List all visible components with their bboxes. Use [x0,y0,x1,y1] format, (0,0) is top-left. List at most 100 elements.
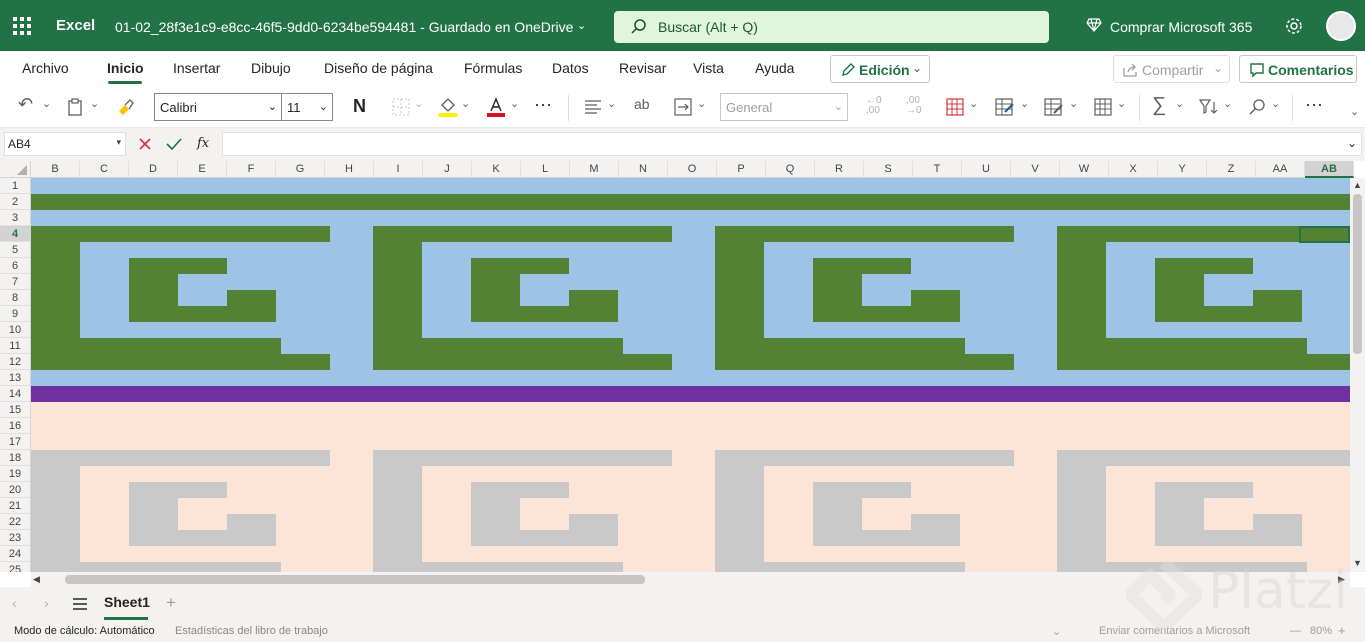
chevron-down-icon[interactable]: ⌄ [461,97,470,110]
tab-inicio[interactable]: Inicio [107,60,144,76]
column-header-e[interactable]: E [178,161,227,178]
column-header-p[interactable]: P [717,161,766,178]
enter-check-icon[interactable] [166,137,182,151]
row-header-17[interactable]: 17 [0,434,30,450]
column-header-t[interactable]: T [913,161,962,178]
chevron-down-icon[interactable]: ⌄ [577,19,586,32]
column-header-s[interactable]: S [864,161,913,178]
selected-cell-ab4[interactable] [1299,226,1350,243]
column-header-o[interactable]: O [668,161,717,178]
tab-insertar[interactable]: Insertar [173,60,220,76]
decrease-decimal-icon[interactable]: ←0,00 [866,96,882,116]
chevron-down-icon[interactable]: ⌄ [1052,625,1061,638]
autosum-icon[interactable]: ∑ [1152,94,1166,117]
column-header-k[interactable]: K [472,161,521,178]
row-header-7[interactable]: 7 [0,274,30,290]
column-header-z[interactable]: Z [1207,161,1256,178]
sort-filter-icon[interactable] [1198,98,1218,116]
row-header-15[interactable]: 15 [0,402,30,418]
column-header-aa[interactable]: AA [1256,161,1305,178]
format-painter-icon[interactable] [115,97,135,117]
select-all-corner[interactable] [0,161,31,178]
column-header-m[interactable]: M [570,161,619,178]
chevron-down-icon[interactable]: ⌄ [697,97,706,110]
share-button[interactable]: Compartir ⌄ [1113,55,1230,83]
next-sheet-icon[interactable]: › [44,595,49,611]
borders-icon[interactable] [392,98,410,116]
chevron-down-icon[interactable]: ⌄ [414,97,423,110]
row-header-10[interactable]: 10 [0,322,30,338]
sheet-tab-sheet1[interactable]: Sheet1 [104,594,150,610]
row-header-5[interactable]: 5 [0,242,30,258]
font-color-icon[interactable] [486,96,506,118]
search-box[interactable]: Buscar (Alt + Q) [614,11,1049,43]
scroll-down-icon[interactable]: ▼ [1353,558,1362,568]
name-box[interactable]: AB4 ▾ [4,132,126,156]
collapse-ribbon-icon[interactable]: ⌄ [1350,105,1359,118]
horizontal-scroll-thumb[interactable] [65,575,645,584]
cell-grid[interactable] [31,178,1350,572]
app-name[interactable]: Excel [56,17,95,34]
calculation-mode[interactable]: Modo de cálculo: Automático [14,625,155,637]
row-header-25[interactable]: 25 [0,562,30,572]
more-options-icon[interactable]: ··· [1305,94,1323,115]
row-header-11[interactable]: 11 [0,338,30,354]
column-header-q[interactable]: Q [766,161,815,178]
insert-cells-icon[interactable] [1094,98,1112,116]
row-header-14[interactable]: 14 [0,386,30,402]
column-header-g[interactable]: G [276,161,325,178]
add-sheet-icon[interactable]: + [166,593,176,613]
chevron-down-icon[interactable]: ⌄ [1020,97,1029,110]
chevron-down-icon[interactable]: ⌄ [1069,97,1078,110]
scroll-left-icon[interactable]: ◀ [33,574,40,585]
vertical-scrollbar[interactable]: ▲ ▼ [1350,178,1365,572]
editing-mode-button[interactable]: Edición ⌄ [830,55,930,83]
column-header-v[interactable]: V [1011,161,1060,178]
chevron-down-icon[interactable]: ⌄ [1223,97,1232,110]
tab-datos[interactable]: Datos [552,60,589,76]
chevron-down-icon[interactable]: ⌄ [1271,97,1280,110]
column-header-b[interactable]: B [31,161,80,178]
fill-color-icon[interactable] [438,96,458,118]
row-header-18[interactable]: 18 [0,450,30,466]
chevron-down-icon[interactable]: ⌄ [42,97,51,110]
column-header-n[interactable]: N [619,161,668,178]
cell-styles-icon[interactable] [1044,98,1064,116]
column-header-r[interactable]: R [815,161,864,178]
row-header-23[interactable]: 23 [0,530,30,546]
workbook-statistics[interactable]: Estadísticas del libro de trabajo [175,625,328,637]
bold-button[interactable]: N [353,96,366,117]
wrap-text-icon[interactable]: ab [634,96,650,112]
column-header-c[interactable]: C [80,161,129,178]
conditional-format-icon[interactable] [946,98,964,116]
chevron-down-icon[interactable]: ⌄ [1175,97,1184,110]
clipboard-icon[interactable] [67,98,83,116]
tab-formulas[interactable]: Fórmulas [464,60,522,76]
chevron-down-icon[interactable]: ⌄ [90,97,99,110]
formula-input[interactable]: ⌄ [222,132,1362,156]
gear-icon[interactable] [1284,16,1304,36]
buy-microsoft-365-link[interactable]: Comprar Microsoft 365 [1110,19,1252,35]
app-launcher-icon[interactable] [12,16,32,36]
find-icon[interactable] [1248,98,1266,116]
tab-ayuda[interactable]: Ayuda [755,60,794,76]
column-header-j[interactable]: J [423,161,472,178]
chevron-down-icon[interactable]: ⌄ [1347,136,1357,150]
column-header-u[interactable]: U [962,161,1011,178]
row-header-22[interactable]: 22 [0,514,30,530]
prev-sheet-icon[interactable]: ‹ [12,595,17,611]
tab-archivo[interactable]: Archivo [22,60,69,76]
row-header-8[interactable]: 8 [0,290,30,306]
font-name-select[interactable]: Calibri ⌄ [154,93,282,121]
document-title[interactable]: 01-02_28f3e1c9-e8cc-46f5-9dd0-6234be5944… [115,19,573,35]
row-header-9[interactable]: 9 [0,306,30,322]
column-header-x[interactable]: X [1109,161,1158,178]
number-format-select[interactable]: General ⌄ [720,93,848,121]
column-header-i[interactable]: I [374,161,423,178]
merge-cells-icon[interactable] [674,98,692,116]
row-header-16[interactable]: 16 [0,418,30,434]
increase-decimal-icon[interactable]: ,00 →0 [906,96,922,116]
column-header-ab[interactable]: AB [1305,161,1354,178]
chevron-down-icon[interactable]: ⌄ [969,97,978,110]
scroll-up-icon[interactable]: ▲ [1353,180,1362,190]
